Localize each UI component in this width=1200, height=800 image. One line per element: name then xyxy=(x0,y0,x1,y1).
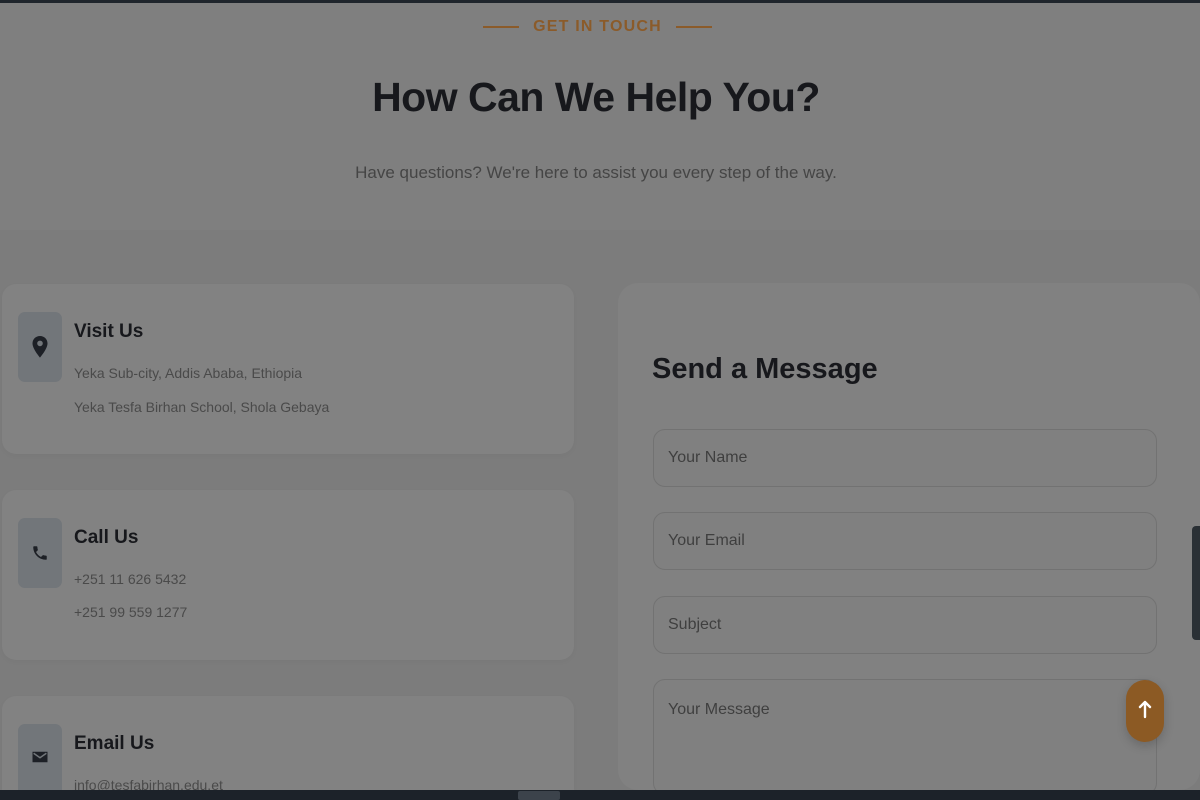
location-pin-icon xyxy=(18,312,62,382)
subject-field[interactable]: Subject xyxy=(653,596,1157,654)
contact-card-email: Email Us info@tesfabirhan.edu.et xyxy=(2,696,574,793)
contact-card-title: Call Us xyxy=(74,527,139,548)
arrow-up-icon xyxy=(1137,699,1153,724)
contact-card-call: Call Us +251 11 626 5432 +251 99 559 127… xyxy=(2,490,574,660)
horizontal-scrollbar-track[interactable] xyxy=(0,790,1200,800)
top-strip xyxy=(0,0,1200,3)
eyebrow-rule-left xyxy=(483,26,520,28)
contact-card-line: Yeka Sub-city, Addis Ababa, Ethiopia xyxy=(74,365,303,381)
section-eyebrow: GET IN TOUCH xyxy=(0,18,1195,36)
form-title: Send a Message xyxy=(652,353,878,385)
page-subtitle: Have questions? We're here to assist you… xyxy=(355,163,837,182)
message-field[interactable]: Your Message xyxy=(653,679,1157,795)
contact-card-title: Email Us xyxy=(74,733,155,754)
contact-card-line: +251 99 559 1277 xyxy=(74,604,188,620)
email-field[interactable]: Your Email xyxy=(653,512,1157,570)
contact-card-line: Yeka Tesfa Birhan School, Shola Gebaya xyxy=(74,399,330,415)
contact-card-line: +251 11 626 5432 xyxy=(74,571,187,587)
page-title: How Can We Help You? xyxy=(372,74,820,120)
envelope-icon xyxy=(18,724,62,790)
phone-icon xyxy=(18,518,62,588)
horizontal-scrollbar-thumb[interactable] xyxy=(518,791,560,800)
name-field[interactable]: Your Name xyxy=(653,429,1157,487)
scroll-to-top-button[interactable] xyxy=(1126,680,1164,742)
eyebrow-text: GET IN TOUCH xyxy=(533,18,662,35)
contact-card-title: Visit Us xyxy=(74,321,144,342)
message-form-card: Send a Message Your Name Your Email Subj… xyxy=(618,283,1200,795)
contact-card-visit: Visit Us Yeka Sub-city, Addis Ababa, Eth… xyxy=(2,284,574,454)
eyebrow-rule-right xyxy=(675,26,712,28)
vertical-scrollbar-thumb[interactable] xyxy=(1192,526,1200,640)
